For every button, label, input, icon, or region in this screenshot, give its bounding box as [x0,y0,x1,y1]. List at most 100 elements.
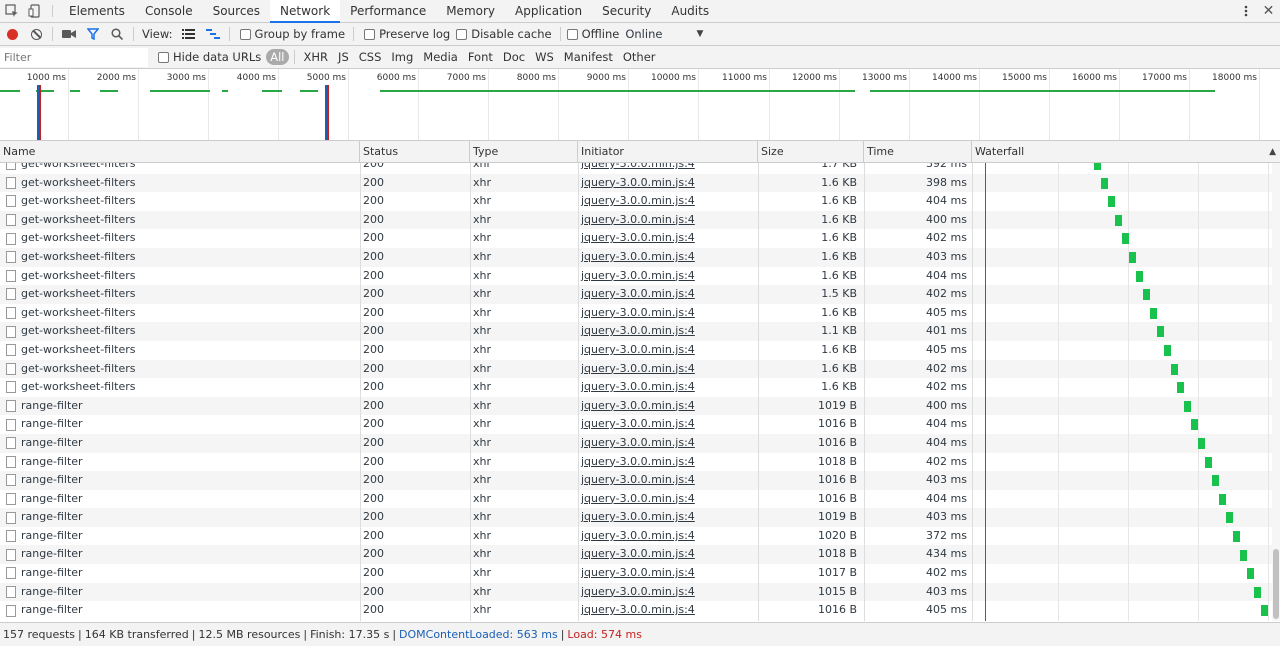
column-type[interactable]: Type [470,141,578,163]
tab-console[interactable]: Console [135,0,203,22]
initiator-link[interactable]: jquery-3.0.0.min.js:4 [578,471,758,490]
filter-type-img[interactable]: Img [387,49,417,65]
waterfall-bar[interactable] [1219,493,1227,505]
waterfall-bar[interactable] [1114,214,1122,226]
initiator-link[interactable]: jquery-3.0.0.min.js:4 [578,564,758,583]
waterfall-bar[interactable] [1233,531,1240,542]
search-button[interactable] [105,23,129,45]
throttling-select[interactable]: Online ▼ [625,27,703,41]
inspect-element-icon[interactable] [0,0,23,22]
filter-type-manifest[interactable]: Manifest [560,49,617,65]
filter-type-xhr[interactable]: XHR [300,49,333,65]
filter-input[interactable] [0,47,148,67]
table-row[interactable]: range-filter 200 xhr jquery-3.0.0.min.js:4 1… [0,415,1280,434]
filter-type-other[interactable]: Other [619,49,660,65]
offline-toggle[interactable]: Offline [565,27,624,41]
initiator-link[interactable]: jquery-3.0.0.min.js:4 [578,304,758,323]
waterfall-bar[interactable] [1094,163,1101,170]
checkbox[interactable] [239,28,251,40]
table-row[interactable]: range-filter 200 xhr jquery-3.0.0.min.js:4 1… [0,601,1280,620]
table-row[interactable]: get-worksheet-filters 200 xhr jquery-3.0.0.… [0,210,1280,230]
waterfall-bar[interactable] [1198,438,1206,449]
waterfall-bar[interactable] [1101,177,1108,189]
initiator-link[interactable]: jquery-3.0.0.min.js:4 [578,211,758,230]
initiator-link[interactable]: jquery-3.0.0.min.js:4 [578,341,758,360]
table-row[interactable]: range-filter 200 xhr jquery-3.0.0.min.js:4 1… [0,527,1280,546]
tab-audits[interactable]: Audits [661,0,719,22]
waterfall-bar[interactable] [1142,289,1150,301]
table-row[interactable]: get-worksheet-filters 200 xhr jquery-3.0.0.… [0,285,1280,304]
column-waterfall[interactable]: Waterfall ▲ [972,141,1280,163]
waterfall-bar[interactable] [1170,363,1178,375]
waterfall-bar[interactable] [1253,586,1261,598]
waterfall-bar[interactable] [1177,382,1185,394]
initiator-link[interactable]: jquery-3.0.0.min.js:4 [578,545,758,564]
filter-type-js[interactable]: JS [334,49,353,65]
overview-button[interactable] [201,23,225,45]
waterfall-bar[interactable] [1163,345,1171,356]
filter-type-font[interactable]: Font [464,49,497,65]
table-row[interactable]: get-worksheet-filters 200 xhr jquery-3.0.0.… [0,341,1280,360]
tab-application[interactable]: Application [505,0,592,22]
close-icon[interactable]: ✕ [1257,0,1280,22]
table-row[interactable]: range-filter 200 xhr jquery-3.0.0.min.js:4 1… [0,545,1280,565]
initiator-link[interactable]: jquery-3.0.0.min.js:4 [578,360,758,379]
column-name[interactable]: Name [0,141,360,163]
initiator-link[interactable]: jquery-3.0.0.min.js:4 [578,322,758,341]
initiator-link[interactable]: jquery-3.0.0.min.js:4 [578,397,758,416]
waterfall-bar[interactable] [1184,400,1192,412]
table-row[interactable]: range-filter 200 xhr jquery-3.0.0.min.js:4 1… [0,433,1280,453]
filter-type-ws[interactable]: WS [531,49,558,65]
table-row[interactable]: range-filter 200 xhr jquery-3.0.0.min.js:4 1… [0,453,1280,472]
initiator-link[interactable]: jquery-3.0.0.min.js:4 [578,229,758,248]
table-row[interactable]: range-filter 200 xhr jquery-3.0.0.min.js:4 1… [0,582,1280,602]
column-initiator[interactable]: Initiator [578,141,758,163]
checkbox[interactable] [456,28,468,40]
table-row[interactable]: get-worksheet-filters 200 xhr jquery-3.0.0.… [0,304,1280,323]
filter-type-doc[interactable]: Doc [499,49,529,65]
waterfall-bar[interactable] [1156,326,1164,338]
table-row[interactable]: get-worksheet-filters 200 xhr jquery-3.0.0.… [0,192,1280,211]
tab-network[interactable]: Network [270,0,341,23]
table-row[interactable]: get-worksheet-filters 200 xhr jquery-3.0.0.… [0,322,1280,341]
table-row[interactable]: get-worksheet-filters 200 xhr jquery-3.0.0.… [0,378,1280,397]
filter-type-media[interactable]: Media [419,49,462,65]
checkbox[interactable] [158,51,169,63]
initiator-link[interactable]: jquery-3.0.0.min.js:4 [578,285,758,304]
table-row[interactable]: get-worksheet-filters 200 xhr jquery-3.0.0.… [0,173,1280,193]
tab-security[interactable]: Security [592,0,661,22]
table-row[interactable]: range-filter 200 xhr jquery-3.0.0.min.js:4 1… [0,396,1280,416]
initiator-link[interactable]: jquery-3.0.0.min.js:4 [578,601,758,620]
tab-performance[interactable]: Performance [340,0,436,22]
initiator-link[interactable]: jquery-3.0.0.min.js:4 [578,490,758,509]
initiator-link[interactable]: jquery-3.0.0.min.js:4 [578,527,758,546]
scrollbar[interactable] [1272,163,1280,621]
waterfall-bar[interactable] [1212,475,1220,487]
checkbox[interactable] [566,28,578,40]
checkbox[interactable] [364,28,376,40]
table-row[interactable]: range-filter 200 xhr jquery-3.0.0.min.js:4 1… [0,508,1280,527]
waterfall-bar[interactable] [1246,568,1254,580]
waterfall-bar[interactable] [1107,196,1115,208]
initiator-link[interactable]: jquery-3.0.0.min.js:4 [578,583,758,602]
initiator-link[interactable]: jquery-3.0.0.min.js:4 [578,415,758,434]
waterfall-bar[interactable] [1149,307,1157,319]
record-button[interactable] [0,23,24,45]
initiator-link[interactable]: jquery-3.0.0.min.js:4 [578,267,758,286]
column-status[interactable]: Status [360,141,470,163]
initiator-link[interactable]: jquery-3.0.0.min.js:4 [578,248,758,267]
waterfall-bar[interactable] [1260,605,1268,617]
waterfall-bar[interactable] [1226,512,1233,524]
capture-screenshots-button[interactable] [57,23,81,45]
initiator-link[interactable]: jquery-3.0.0.min.js:4 [578,434,758,453]
table-row[interactable]: get-worksheet-filters 200 xhr jquery-3.0.0.… [0,247,1280,267]
preserve-log-toggle[interactable]: Preserve log [358,27,454,41]
initiator-link[interactable]: jquery-3.0.0.min.js:4 [578,508,758,527]
group-by-frame-toggle[interactable]: Group by frame [234,27,350,41]
initiator-link[interactable]: jquery-3.0.0.min.js:4 [578,453,758,472]
waterfall-bar[interactable] [1135,270,1143,282]
table-row[interactable]: range-filter 200 xhr jquery-3.0.0.min.js:4 1… [0,490,1280,509]
waterfall-bar[interactable] [1121,233,1129,245]
tab-elements[interactable]: Elements [59,0,135,22]
waterfall-bar[interactable] [1191,419,1199,431]
